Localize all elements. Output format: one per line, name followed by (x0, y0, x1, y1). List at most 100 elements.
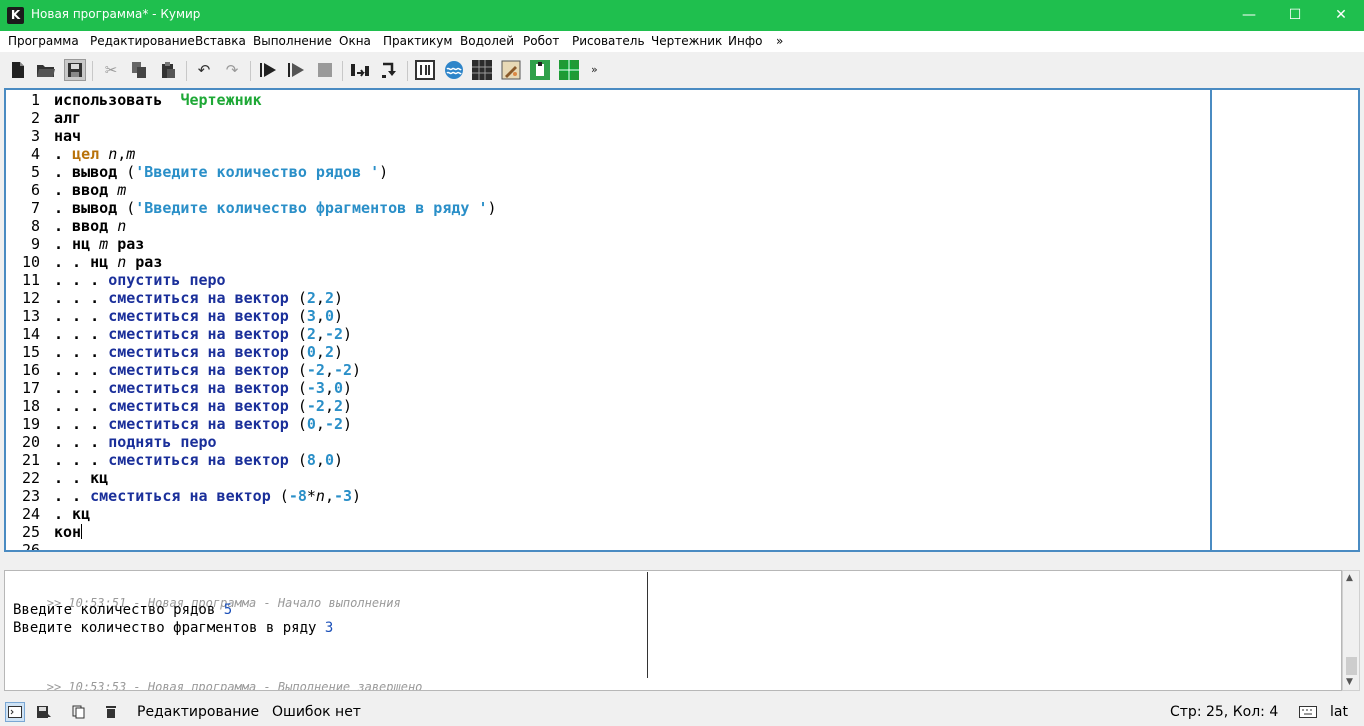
paste-icon[interactable] (157, 59, 179, 81)
code-token: ( (288, 289, 307, 307)
code-token: . . нц (54, 253, 109, 271)
console-scrollbar[interactable]: ▲ ▼ (1342, 570, 1360, 691)
line-number: 24 (21, 505, 40, 523)
line-number: 19 (21, 415, 40, 433)
code-token: нач (54, 127, 82, 145)
code-token: . вывод (54, 163, 118, 181)
save-output-icon[interactable] (34, 702, 54, 722)
close-button[interactable]: ✕ (1318, 0, 1364, 31)
code-text: . кц (54, 505, 90, 523)
code-token: 2 (306, 325, 316, 343)
menu-insert[interactable]: Вставка (195, 34, 246, 48)
scroll-thumb[interactable] (1346, 657, 1357, 675)
code-token: цел (72, 145, 100, 163)
console-output-text: Введите количество фрагментов в ряду (13, 620, 325, 636)
code-editor[interactable]: 1 использовать Чертежник 2 алг 3 нач 4. цел n,… (4, 88, 1210, 552)
run-step-icon[interactable] (285, 59, 307, 81)
code-token: , (324, 361, 334, 379)
cut-icon[interactable]: ✂ (100, 59, 122, 81)
code-token: сместиться на вектор (108, 361, 289, 379)
menu-overflow[interactable]: » (776, 34, 783, 48)
terminal-icon[interactable] (5, 702, 25, 722)
panel-splitter[interactable] (0, 552, 1364, 570)
minimize-button[interactable]: — (1226, 0, 1272, 31)
menu-vodoley[interactable]: Водолей (460, 34, 514, 48)
output-console[interactable]: >> 10:53:51 - Новая программа - Начало в… (4, 570, 1342, 691)
draw-icon[interactable] (500, 59, 522, 81)
vodoley-icon[interactable] (443, 59, 465, 81)
code-token: сместиться на вектор (108, 307, 289, 325)
menu-program[interactable]: Программа (8, 34, 79, 48)
stop-icon[interactable] (314, 59, 336, 81)
code-token: ) (333, 307, 343, 325)
code-token: -2 (324, 325, 343, 343)
line-number: 20 (21, 433, 40, 451)
code-text: . . . сместиться на вектор (0,2) (54, 343, 343, 361)
undo-icon[interactable]: ↶ (193, 59, 215, 81)
code-token: -3 (333, 487, 353, 505)
menu-run[interactable]: Выполнение (253, 34, 332, 48)
menu-edit[interactable]: Редактирование (90, 34, 195, 48)
code-token: сместиться на вектор (108, 289, 289, 307)
counter-icon[interactable] (414, 59, 436, 81)
scroll-up-icon[interactable]: ▲ (1346, 573, 1353, 583)
code-token: -8 (288, 487, 307, 505)
code-token: ) (343, 397, 353, 415)
code-token: ( (288, 397, 307, 415)
open-folder-icon[interactable] (35, 59, 57, 81)
code-text: . . . опустить перо (54, 271, 226, 289)
robot-grid-icon[interactable] (471, 59, 493, 81)
step-into-icon[interactable] (378, 59, 400, 81)
code-token: . . . (54, 433, 109, 451)
line-number: 5 (30, 163, 40, 181)
redo-icon[interactable]: ↷ (221, 59, 243, 81)
code-text: . . . сместиться на вектор (8,0) (54, 451, 343, 469)
code-token: ) (487, 199, 497, 217)
menu-windows[interactable]: Окна (339, 34, 371, 48)
code-token: ( (288, 415, 307, 433)
code-token: ( (288, 325, 307, 343)
code-token: . . . (54, 343, 109, 361)
maximize-button[interactable]: ☐ (1272, 0, 1318, 31)
code-token: n (117, 253, 127, 271)
run-icon[interactable] (257, 59, 279, 81)
code-token: ) (343, 415, 353, 433)
code-text: . . . сместиться на вектор (3,0) (54, 307, 343, 325)
clear-output-icon[interactable] (101, 702, 121, 722)
new-file-icon[interactable] (7, 59, 29, 81)
code-text: . вывод ('Введите количество рядов ') (54, 163, 388, 181)
code-token: ) (343, 325, 353, 343)
code-token: сместиться на вектор (108, 415, 289, 433)
paint-icon[interactable] (529, 59, 551, 81)
code-token: , (315, 415, 325, 433)
console-end-meta: >> 10:53:53 - Новая программа - Выполнен… (46, 680, 423, 691)
copy-icon[interactable] (128, 59, 150, 81)
menu-practicum[interactable]: Практикум (383, 34, 452, 48)
line-number: 17 (21, 379, 40, 397)
code-token: , (315, 343, 325, 361)
margin-panel[interactable] (1210, 88, 1360, 552)
code-token: ) (333, 343, 343, 361)
line-number: 14 (21, 325, 40, 343)
code-token: 0 (324, 307, 334, 325)
code-token: . . . (54, 397, 109, 415)
save-icon[interactable] (64, 59, 86, 81)
scroll-down-icon[interactable]: ▼ (1346, 677, 1353, 687)
chertezhnik-icon[interactable] (558, 59, 580, 81)
code-text: . . . сместиться на вектор (-3,0) (54, 379, 352, 397)
copy-output-icon[interactable] (70, 702, 90, 722)
menu-info[interactable]: Инфо (728, 34, 762, 48)
menu-chertezhnik[interactable]: Чертежник (651, 34, 722, 48)
line-number: 23 (21, 487, 40, 505)
line-number: 4 (30, 145, 40, 163)
menu-robot[interactable]: Робот (523, 34, 559, 48)
code-text: . ввод n (54, 217, 126, 235)
step-over-icon[interactable] (349, 59, 371, 81)
toolbar-overflow-button[interactable]: » (591, 63, 598, 76)
code-token: . . . (54, 307, 109, 325)
menu-risovatel[interactable]: Рисователь (572, 34, 645, 48)
code-token: * (306, 487, 316, 505)
console-output-value: 5 (223, 602, 233, 618)
